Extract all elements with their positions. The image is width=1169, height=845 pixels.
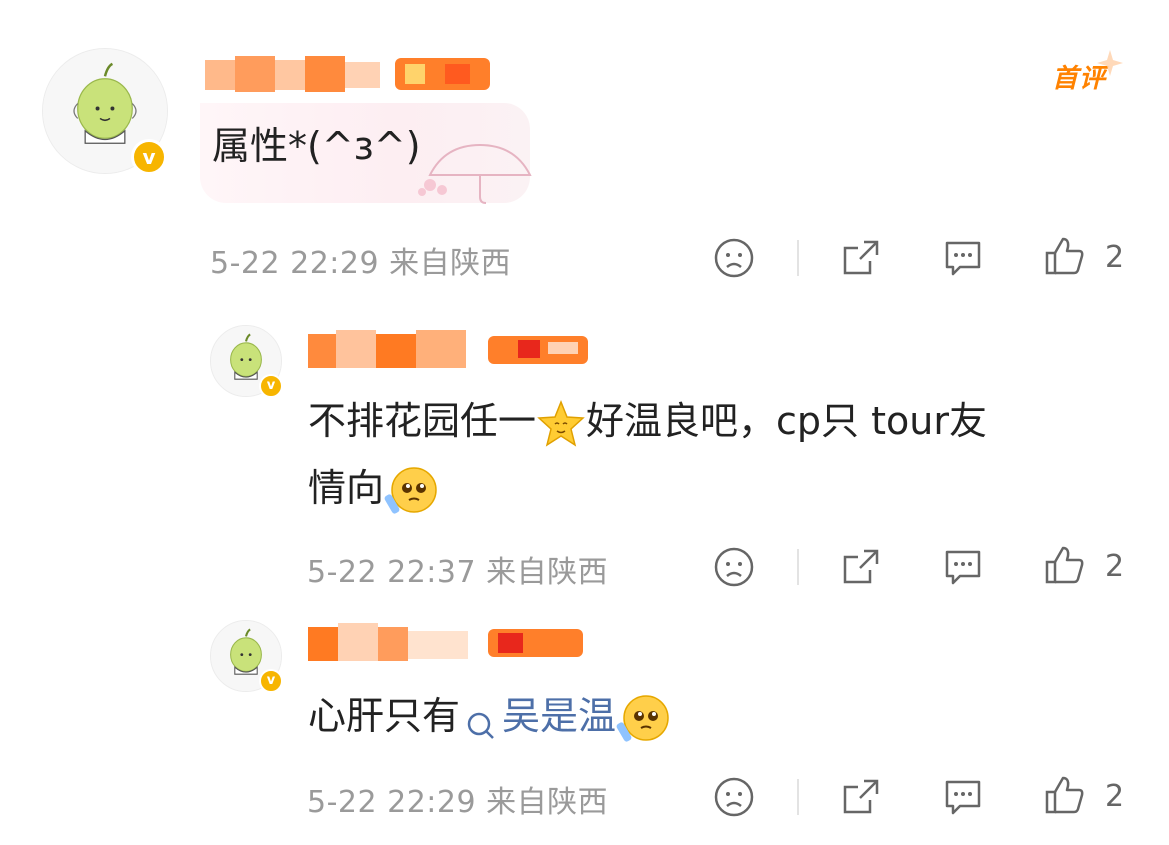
like-count: 2 bbox=[1105, 549, 1125, 584]
badge-sparkle-icon bbox=[1095, 48, 1125, 78]
topic-link[interactable]: 吴是温 bbox=[460, 694, 616, 739]
comment-meta: 5-22 22:37 来自陕西 bbox=[307, 555, 609, 590]
comment-icon[interactable] bbox=[942, 546, 984, 588]
username-blurred[interactable] bbox=[205, 56, 490, 96]
avatar[interactable]: v bbox=[210, 325, 283, 398]
dislike-icon[interactable] bbox=[713, 237, 755, 279]
like-count: 2 bbox=[1105, 779, 1125, 814]
comment-meta: 5-22 22:29 来自陕西 bbox=[307, 785, 609, 820]
like-count: 2 bbox=[1105, 240, 1125, 275]
comment-text: 属性*(^ɜ^) bbox=[212, 124, 421, 168]
divider bbox=[797, 240, 799, 276]
comment-meta: 5-22 22:29 来自陕西 bbox=[210, 246, 512, 281]
like-icon[interactable] bbox=[1043, 774, 1085, 816]
umbrella-decoration-icon bbox=[410, 130, 550, 205]
username-blurred[interactable] bbox=[308, 330, 588, 370]
dislike-icon[interactable] bbox=[713, 776, 755, 818]
search-icon bbox=[464, 702, 498, 739]
cheering-star-emoji-icon bbox=[536, 399, 586, 449]
like-icon[interactable] bbox=[1043, 544, 1085, 586]
like-icon[interactable] bbox=[1043, 235, 1085, 277]
pleading-face-emoji-icon bbox=[616, 692, 670, 746]
comment-icon[interactable] bbox=[942, 237, 984, 279]
comment-text-line-2: 情向 bbox=[308, 460, 438, 518]
dislike-icon[interactable] bbox=[713, 546, 755, 588]
avatar[interactable]: v bbox=[210, 620, 283, 693]
share-icon[interactable] bbox=[840, 546, 882, 588]
pleading-face-emoji-icon bbox=[384, 464, 438, 518]
share-icon[interactable] bbox=[840, 776, 882, 818]
comment-text-line-1: 不排花园任一 好温良吧，cp只 tour友 bbox=[308, 393, 987, 449]
share-icon[interactable] bbox=[840, 237, 882, 279]
divider bbox=[797, 549, 799, 585]
username-blurred[interactable] bbox=[308, 623, 588, 663]
comment-icon[interactable] bbox=[942, 776, 984, 818]
divider bbox=[797, 779, 799, 815]
verified-icon: v bbox=[131, 139, 167, 175]
avatar[interactable]: v bbox=[42, 48, 168, 175]
comment-text: 心肝只有 吴是温 bbox=[308, 688, 670, 746]
verified-icon: v bbox=[259, 669, 283, 693]
verified-icon: v bbox=[259, 374, 283, 398]
